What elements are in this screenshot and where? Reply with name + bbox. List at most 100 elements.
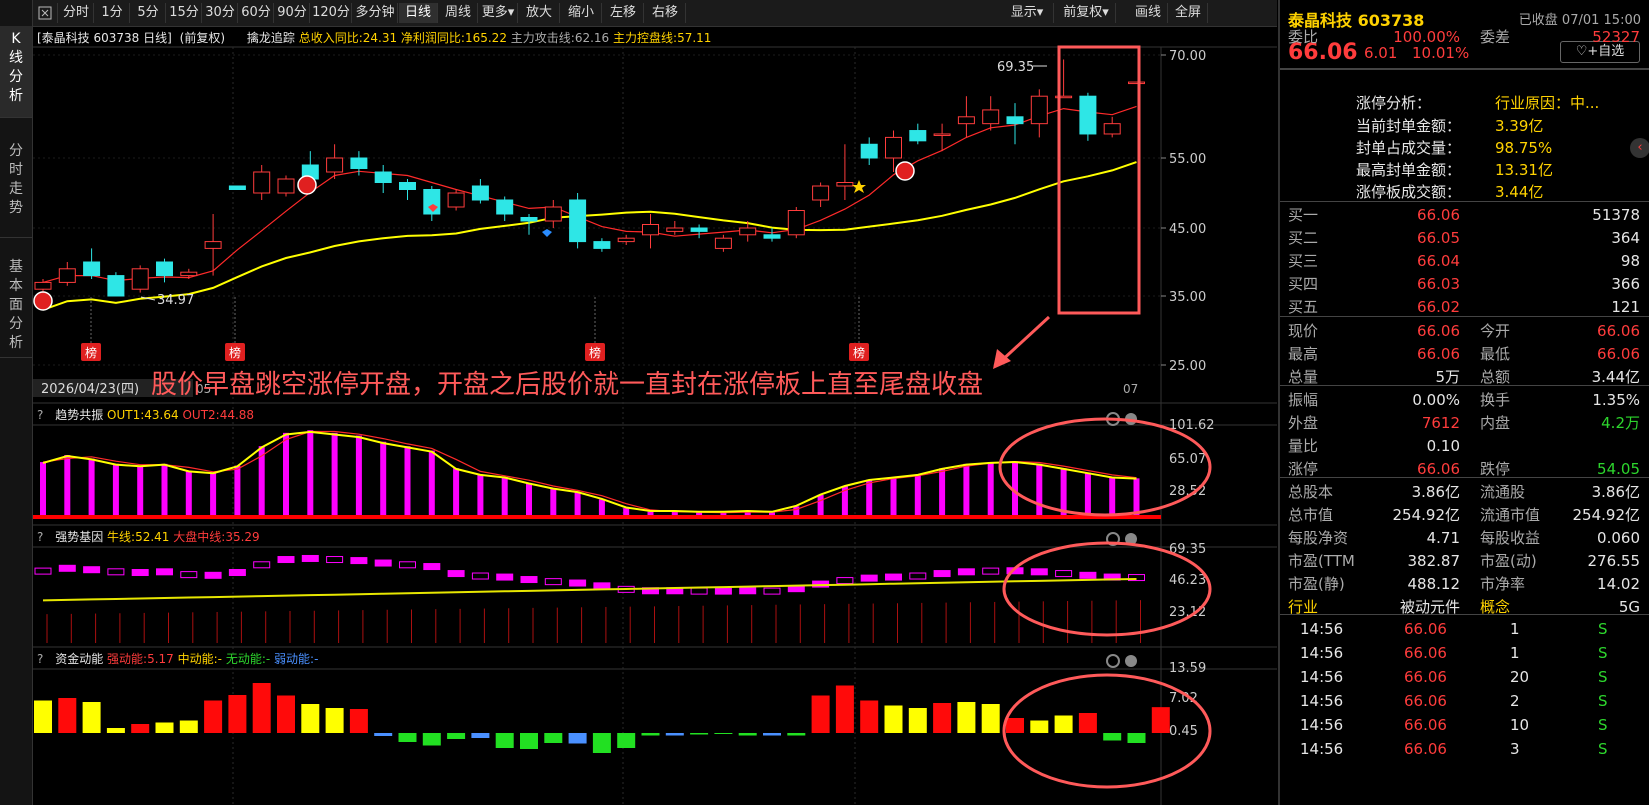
toolbar-item-2[interactable]: 5分 [131,3,166,23]
candle-body [860,143,878,159]
toolbar-right-3[interactable]: 全屏 [1169,3,1208,23]
fund-bar [1054,715,1073,733]
help-icon[interactable]: ? [37,408,43,422]
p2-bar [58,564,76,572]
toolbar-item-0[interactable]: 分时 [59,3,94,23]
trend-bar [428,450,435,517]
quote-cell: 0.00% [1412,391,1460,409]
fund-bar [835,685,854,733]
p2-bar [107,568,125,576]
trend-bar [890,477,897,517]
p2-bar [836,577,854,585]
p2-bar [423,563,441,571]
toolbar-item-6[interactable]: 90分 [275,3,310,23]
toolbar-item-9[interactable]: 日线 [399,3,438,23]
panel1-info: ? 趋势共振 OUT1:43.64 OUT2:44.88 [37,406,254,423]
signal-icon [895,161,915,181]
p2-bar [253,561,271,569]
quote-cell: 行业 [1288,598,1319,616]
toolbar-item-7[interactable]: 120分 [311,3,352,23]
quote-cell: 概念 [1480,598,1511,616]
quote-cell: 最低 [1480,345,1511,363]
heart-icon: ♡ [1575,44,1588,59]
toolbar-item-12[interactable]: 放大 [519,3,560,23]
toolbar-right-1[interactable]: 前复权▾ [1057,3,1116,23]
fund-bar [155,722,174,733]
fund-bar [204,700,223,733]
fund-bar [1151,707,1170,733]
tick-cell: 66.06 [1404,716,1447,734]
trend-bar [866,479,873,517]
trend-bar [598,499,605,517]
fund-bar [374,733,393,736]
p2-bar [885,573,902,581]
candle-body [34,281,52,290]
adjust-mode: (前复权) [179,31,226,45]
p2-bar [326,556,344,564]
tick-cell: S [1598,692,1608,710]
help-icon[interactable]: ? [37,530,43,544]
baseline-bar [33,515,1161,519]
quote-cell: 1.35% [1592,391,1640,409]
candle-body [593,241,611,249]
quote-cell: 51378 [1592,206,1640,224]
p2-bar [34,567,52,575]
fund-bar [787,733,806,736]
help-icon[interactable]: ? [37,652,43,666]
candle-body [909,130,927,142]
tick-cell: S [1598,716,1608,734]
trend-bar [914,474,921,517]
fund-bar [252,683,271,733]
toolbar-right-2[interactable]: 画线 [1129,3,1168,23]
collapse-arrow-icon[interactable]: ‹ [1630,138,1649,158]
p2-bar [350,557,368,565]
toolbar-item-11[interactable]: 更多▾ [479,3,518,23]
tab-kline-label: K线分析 [9,31,23,104]
tick-cell: 20 [1510,668,1530,686]
tab-intraday[interactable]: 分时走势 [0,118,32,238]
tab-kline-analysis[interactable]: K线分析 [0,26,32,118]
toolbar-item-15[interactable]: 右移 [645,3,686,23]
toolbar-item-1[interactable]: 1分 [95,3,130,23]
tick-cell: 66.06 [1404,644,1447,662]
left-view-tabs: K线分析 分时走势 基本面分析 [0,0,33,805]
toolbar-item-5[interactable]: 60分 [239,3,274,23]
candle-body [787,210,805,236]
quote-cell: 总市值 [1288,506,1334,524]
trend-bar [137,465,144,517]
p2-bar [909,572,927,580]
toolbar-item-8[interactable]: 多分钟 [353,3,398,23]
quote-cell: 100.00% [1393,28,1460,46]
fund-bar [1103,733,1122,741]
trend-bar [550,488,557,517]
panel2-bull-line: 牛线:52.41 [107,530,170,544]
trend-bar [939,468,946,517]
trend-bar [331,432,338,517]
candle-body [253,171,271,194]
quote-cell: 98 [1620,252,1640,270]
high-price-label: 69.35 [997,60,1034,75]
tick-cell: 66.06 [1404,668,1447,686]
toolbar-item-13[interactable]: 缩小 [561,3,602,23]
trend-bar [987,462,994,517]
quote-cell: 买四 [1288,275,1319,293]
tab-fundamental[interactable]: 基本面分析 [0,238,32,358]
indicator-revenue: 总收入同比:24.31 [298,31,398,45]
quote-cell: 市净率 [1480,575,1526,593]
toolbar-item-4[interactable]: 30分 [203,3,238,23]
quote-cell: 量比 [1288,437,1319,455]
y-tick-label: 45.00 [1169,222,1206,237]
limitup-value: 98.75% [1495,139,1553,157]
candle-body [156,261,173,277]
toolbar-item-3[interactable]: 15分 [167,3,202,23]
quote-cell: 4.2万 [1601,414,1640,432]
fund-bar [811,695,830,733]
toolbar-item-10[interactable]: 周线 [439,3,478,23]
panel2-name: 强势基因 [55,530,104,544]
close-chart-icon[interactable] [33,3,58,23]
toolbar-item-14[interactable]: 左移 [603,3,644,23]
chart-area[interactable]: 70.00 55.00 45.00 35.00 25.00 69.35 34.97 榜 榜 榜 榜 2… [33,27,1277,805]
fund-bar [495,733,514,748]
quote-cell: 364 [1611,229,1640,247]
toolbar-right-0[interactable]: 显示▾ [1001,3,1054,23]
